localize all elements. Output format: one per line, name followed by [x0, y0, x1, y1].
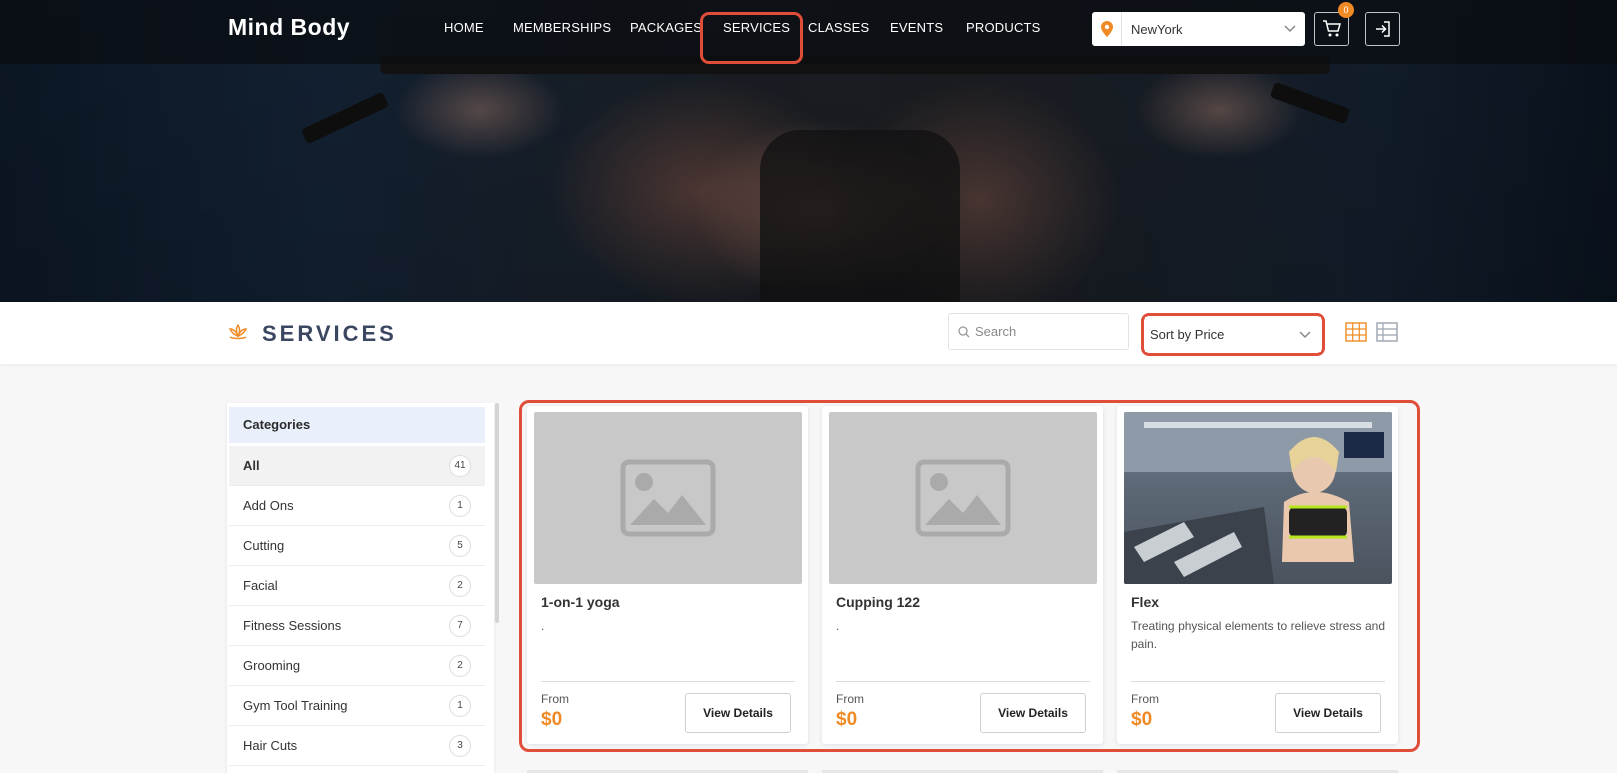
category-all[interactable]: All 41	[229, 446, 485, 486]
category-grooming[interactable]: Grooming 2	[229, 646, 485, 686]
list-view-icon[interactable]	[1376, 322, 1398, 342]
category-count: 1	[449, 494, 471, 517]
category-label: Grooming	[243, 658, 301, 673]
nav-services-highlight	[700, 12, 803, 64]
service-card: Flex Treating physical elements to relie…	[1117, 406, 1398, 744]
service-photo	[1124, 412, 1392, 584]
grid-view-icon[interactable]	[1345, 322, 1367, 342]
category-label: Gym Tool Training	[243, 698, 348, 713]
sidebar-scrollbar[interactable]	[495, 403, 499, 623]
service-name[interactable]: Flex	[1131, 594, 1159, 610]
cart-count-badge: 0	[1338, 2, 1354, 18]
service-name[interactable]: 1-on-1 yoga	[541, 594, 620, 610]
service-card: Cupping 122 . From $0 View Details	[822, 406, 1103, 744]
service-description: Treating physical elements to relieve st…	[1131, 619, 1385, 651]
location-value: NewYork	[1131, 21, 1183, 37]
category-count: 3	[449, 734, 471, 757]
sort-label: Sort by Price	[1150, 327, 1225, 342]
service-description: .	[541, 619, 545, 633]
categories-sidebar: Categories All 41 Add Ons 1 Cutting 5 Fa…	[227, 403, 499, 773]
sign-in-icon	[1375, 21, 1390, 37]
service-price: $0	[1131, 709, 1153, 730]
service-description: .	[836, 619, 840, 633]
category-count: 2	[449, 654, 471, 677]
category-count: 41	[449, 454, 471, 477]
login-button[interactable]	[1365, 12, 1400, 46]
map-pin-icon	[1092, 12, 1122, 46]
top-navbar: Mind Body HOME MEMBERSHIPS PACKAGES SERV…	[0, 0, 1617, 64]
sort-select[interactable]: Sort by Price	[1145, 317, 1321, 352]
nav-packages[interactable]: PACKAGES	[630, 20, 702, 35]
service-name[interactable]: Cupping 122	[836, 594, 920, 610]
nav-products[interactable]: PRODUCTS	[966, 20, 1041, 35]
nav-home[interactable]: HOME	[444, 20, 484, 35]
search-icon	[958, 325, 970, 337]
lotus-icon	[228, 323, 248, 340]
view-details-button[interactable]: View Details	[1275, 693, 1381, 733]
brand-logo[interactable]: Mind Body	[228, 14, 350, 41]
service-price: $0	[836, 709, 858, 730]
divider	[541, 681, 795, 682]
category-count: 7	[449, 614, 471, 637]
view-details-button[interactable]: View Details	[685, 693, 791, 733]
page-title: SERVICES	[262, 321, 397, 346]
search-input[interactable]	[975, 324, 1115, 339]
view-details-button[interactable]: View Details	[980, 693, 1086, 733]
category-label: Facial	[243, 578, 278, 593]
nav-memberships[interactable]: MEMBERSHIPS	[513, 20, 611, 35]
cart-icon	[1322, 20, 1341, 37]
placeholder-image-icon	[534, 412, 802, 584]
category-label: Add Ons	[243, 498, 294, 513]
nav-classes[interactable]: CLASSES	[808, 20, 869, 35]
price-from-label: From	[836, 692, 864, 706]
chevron-down-icon	[1299, 330, 1311, 338]
placeholder-image-icon	[829, 412, 1097, 584]
page-title-bar: SERVICES Sort by Price	[0, 302, 1617, 364]
category-label: Hair Cuts	[243, 738, 298, 753]
category-label: All	[243, 458, 260, 473]
category-label: Fitness Sessions	[243, 618, 342, 633]
price-from-label: From	[541, 692, 569, 706]
divider	[1131, 681, 1385, 682]
search-box	[948, 313, 1129, 350]
divider	[836, 681, 1090, 682]
category-label: Cutting	[243, 538, 285, 553]
category-count: 2	[449, 574, 471, 597]
price-from-label: From	[1131, 692, 1159, 706]
service-card: 1-on-1 yoga . From $0 View Details	[527, 406, 808, 744]
category-add-ons[interactable]: Add Ons 1	[229, 486, 485, 526]
location-select[interactable]: NewYork	[1092, 12, 1305, 46]
categories-header: Categories	[229, 407, 485, 443]
chevron-down-icon	[1275, 25, 1305, 33]
category-count: 1	[449, 694, 471, 717]
service-price: $0	[541, 709, 563, 730]
nav-events[interactable]: EVENTS	[890, 20, 943, 35]
category-cutting[interactable]: Cutting 5	[229, 526, 485, 566]
category-facial[interactable]: Facial 2	[229, 566, 485, 606]
category-gym-tool-training[interactable]: Gym Tool Training 1	[229, 686, 485, 726]
category-count: 5	[449, 534, 471, 557]
category-hair-cuts[interactable]: Hair Cuts 3	[229, 726, 485, 766]
category-fitness-sessions[interactable]: Fitness Sessions 7	[229, 606, 485, 646]
